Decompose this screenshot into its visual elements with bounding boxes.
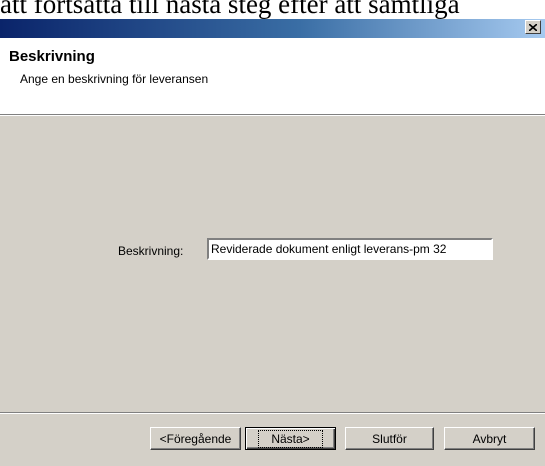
header-divider: [0, 114, 545, 116]
next-button[interactable]: Nästa>: [245, 427, 336, 450]
finish-button-label: Slutför: [372, 431, 407, 446]
cancel-button[interactable]: Avbryt: [444, 427, 535, 450]
wizard-header: Beskrivning Ange en beskrivning för leve…: [0, 38, 545, 114]
finish-button[interactable]: Slutför: [345, 427, 434, 450]
close-button[interactable]: [525, 20, 541, 34]
description-input[interactable]: [207, 238, 493, 260]
cancel-button-label: Avbryt: [472, 431, 507, 446]
page-subtitle: Ange en beskrivning för leveransen: [20, 72, 209, 86]
dialog-titlebar[interactable]: [0, 19, 545, 38]
wizard-dialog: Beskrivning Ange en beskrivning för leve…: [0, 19, 545, 466]
description-label: Beskrivning:: [118, 244, 184, 258]
background-document-text: att fortsätta till nästa steg efter att …: [0, 0, 460, 19]
previous-button[interactable]: <Föregående: [150, 427, 241, 450]
page-title: Beskrivning: [9, 48, 95, 65]
next-button-label: Nästa>: [258, 429, 323, 448]
close-icon: [529, 23, 537, 31]
previous-button-label: <Föregående: [159, 431, 232, 446]
footer-divider: [0, 412, 545, 414]
